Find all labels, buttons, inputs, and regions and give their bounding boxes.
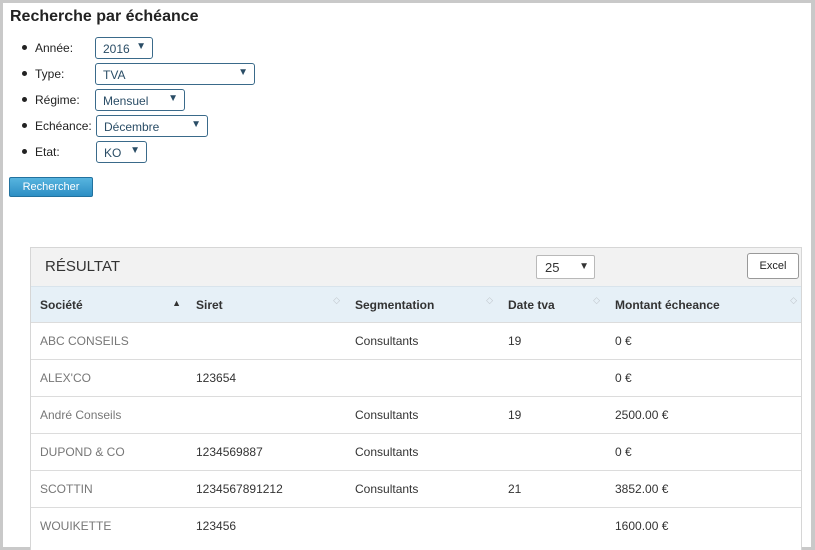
cell-date-tva <box>499 434 606 471</box>
cell-societe: SCOTTIN <box>40 482 93 496</box>
page-title: Recherche par échéance <box>10 8 199 25</box>
cell-segmentation: Consultants <box>355 408 419 422</box>
column-label: Segmentation <box>355 297 435 312</box>
sort-icon: ◇ <box>333 295 340 305</box>
cell-montant: 0 € <box>615 371 632 385</box>
chevron-down-icon: ▼ <box>168 93 178 104</box>
table-row[interactable]: ABC CONSEILS Consultants 19 0 € <box>31 322 801 360</box>
cell-segmentation: Consultants <box>355 482 419 496</box>
sort-icon: ◇ <box>486 295 493 305</box>
column-header-montant[interactable]: Montant écheance ◇ <box>606 286 801 323</box>
cell-montant: 0 € <box>615 445 632 459</box>
chevron-down-icon: ▼ <box>579 261 589 272</box>
cell-montant: 2500.00 € <box>615 408 669 422</box>
regime-select[interactable]: Mensuel ▼ <box>95 89 185 111</box>
table-header-row: Société ▲ Siret ◇ Segmentation ◇ Date tv… <box>31 286 801 323</box>
column-header-segmentation[interactable]: Segmentation ◇ <box>346 286 499 323</box>
page-size-select[interactable]: 25 ▼ <box>536 255 595 279</box>
filter-label: Régime: <box>35 93 80 107</box>
bullet-icon <box>22 71 27 76</box>
column-header-siret[interactable]: Siret ◇ <box>187 286 346 323</box>
chevron-down-icon: ▼ <box>130 145 140 156</box>
sort-asc-icon: ▲ <box>172 298 181 308</box>
chevron-down-icon: ▼ <box>191 119 201 130</box>
cell-segmentation <box>346 508 499 545</box>
cell-segmentation: Consultants <box>355 334 419 348</box>
echeance-value: Décembre <box>104 120 160 134</box>
result-header: RÉSULTAT 25 ▼ Excel <box>31 248 801 286</box>
column-label: Montant écheance <box>615 297 720 312</box>
table-row[interactable]: WOUIKETTE 123456 1600.00 € <box>31 507 801 545</box>
column-label: Siret <box>196 297 223 312</box>
annee-value: 2016 <box>103 42 130 56</box>
cell-date-tva: 19 <box>508 334 522 348</box>
page-size-value: 25 <box>545 260 560 275</box>
bullet-icon <box>22 149 27 154</box>
table-row[interactable]: ALEX'CO 123654 0 € <box>31 359 801 397</box>
result-table: Société ▲ Siret ◇ Segmentation ◇ Date tv… <box>31 286 801 545</box>
etat-select[interactable]: KO ▼ <box>96 141 147 163</box>
bullet-icon <box>22 123 27 128</box>
excel-button[interactable]: Excel <box>747 253 799 279</box>
type-select[interactable]: TVA ▼ <box>95 63 255 85</box>
result-title: RÉSULTAT <box>45 258 121 275</box>
search-button[interactable]: Rechercher <box>9 177 93 197</box>
bullet-icon <box>22 97 27 102</box>
cell-siret: 123456 <box>196 519 237 534</box>
table-row[interactable]: DUPOND & CO 1234569887 Consultants 0 € <box>31 433 801 471</box>
filter-label: Echéance: <box>35 119 92 133</box>
cell-societe: WOUIKETTE <box>40 519 112 534</box>
filter-label: Année: <box>35 41 74 55</box>
cell-segmentation <box>346 360 499 397</box>
chevron-down-icon: ▼ <box>136 41 146 52</box>
regime-value: Mensuel <box>103 94 149 108</box>
cell-segmentation: Consultants <box>355 445 419 459</box>
cell-montant: 3852.00 € <box>615 482 669 496</box>
cell-date-tva: 21 <box>508 482 522 496</box>
cell-siret <box>187 323 346 360</box>
cell-societe: ALEX'CO <box>40 371 91 385</box>
cell-siret <box>187 397 346 434</box>
cell-montant: 0 € <box>615 334 632 348</box>
cell-siret: 1234569887 <box>196 445 263 459</box>
cell-societe: ABC CONSEILS <box>40 334 129 348</box>
cell-date-tva <box>499 360 606 397</box>
cell-montant: 1600.00 € <box>615 519 669 534</box>
cell-societe: DUPOND & CO <box>40 445 125 459</box>
column-label: Société <box>40 297 83 312</box>
annee-select[interactable]: 2016 ▼ <box>95 37 153 59</box>
cell-siret: 1234567891212 <box>196 482 283 496</box>
filter-label: Etat: <box>35 145 60 159</box>
cell-societe: André Conseils <box>40 408 122 422</box>
cell-siret: 123654 <box>196 371 237 385</box>
table-row[interactable]: SCOTTIN 1234567891212 Consultants 21 385… <box>31 470 801 508</box>
bullet-icon <box>22 45 27 50</box>
cell-date-tva: 19 <box>508 408 522 422</box>
etat-value: KO <box>104 146 122 160</box>
column-header-societe[interactable]: Société ▲ <box>31 286 187 323</box>
table-row[interactable]: André Conseils Consultants 19 2500.00 € <box>31 396 801 434</box>
type-value: TVA <box>103 68 126 82</box>
sort-icon: ◇ <box>593 295 600 305</box>
column-label: Date tva <box>508 297 555 312</box>
column-header-date-tva[interactable]: Date tva ◇ <box>499 286 606 323</box>
result-panel: RÉSULTAT 25 ▼ Excel Société ▲ Siret ◇ Se… <box>30 247 802 550</box>
filter-label: Type: <box>35 67 65 81</box>
cell-date-tva <box>499 508 606 545</box>
echeance-select[interactable]: Décembre ▼ <box>96 115 208 137</box>
sort-icon: ◇ <box>790 295 797 305</box>
chevron-down-icon: ▼ <box>238 67 248 78</box>
